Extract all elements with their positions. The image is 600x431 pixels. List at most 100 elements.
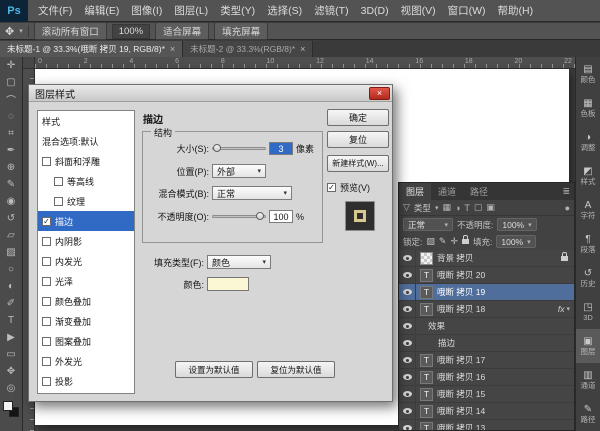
eraser-tool[interactable]: ▱ <box>0 227 23 244</box>
filter-adjustment-icon[interactable]: ◑ <box>455 203 460 213</box>
bevel-emboss-item[interactable]: 斜面和浮雕 <box>38 151 134 171</box>
text-layer-thumbnail[interactable]: T <box>420 405 433 418</box>
close-icon[interactable]: × <box>369 87 390 100</box>
document-tab-2[interactable]: 未标题-2 @ 33.3%(RGB/8)* × <box>183 41 313 57</box>
tab-paths[interactable]: 路径 <box>463 183 495 200</box>
text-layer-thumbnail[interactable]: T <box>420 303 433 316</box>
lock-transparency-icon[interactable]: ▨ <box>426 236 435 247</box>
checkbox[interactable] <box>42 377 51 386</box>
gradient-tool[interactable]: ▨ <box>0 244 23 261</box>
fit-screen-button[interactable]: 适合屏幕 <box>155 22 209 40</box>
filter-type-icon[interactable]: T <box>464 203 470 213</box>
menu-filter[interactable]: 滤镜(T) <box>308 0 354 22</box>
visibility-toggle[interactable] <box>399 250 416 266</box>
checkbox[interactable] <box>42 157 51 166</box>
reset-default-button[interactable]: 复位为默认值 <box>257 361 335 378</box>
layer-row-copy-13[interactable]: T 哦断 拷贝 13 <box>399 420 574 431</box>
blend-mode-select[interactable]: 正常 ▾ <box>403 218 453 231</box>
text-layer-thumbnail[interactable]: T <box>420 286 433 299</box>
tab-layers[interactable]: 图层 <box>399 183 431 200</box>
size-value-input[interactable]: 3 <box>269 142 293 155</box>
menu-layer[interactable]: 图层(L) <box>168 0 214 22</box>
dock-panel-channels[interactable]: ▥ 通道 <box>576 363 600 397</box>
checkbox-checked[interactable]: ✓ <box>327 183 336 192</box>
dock-panel-colors[interactable]: ▤ 颜色 <box>576 57 600 91</box>
visibility-toggle[interactable] <box>399 420 416 431</box>
slider-thumb[interactable] <box>213 144 221 152</box>
menu-select[interactable]: 选择(S) <box>261 0 308 22</box>
effects-header-row[interactable]: 效果 <box>399 318 574 335</box>
layer-row-copy-19-selected[interactable]: T 哦断 拷贝 19 <box>399 284 574 301</box>
text-layer-thumbnail[interactable]: T <box>420 354 433 367</box>
visibility-toggle[interactable] <box>399 318 416 334</box>
outer-glow-item[interactable]: 外发光 <box>38 351 134 371</box>
clone-stamp-tool[interactable]: ◉ <box>0 193 23 210</box>
visibility-toggle[interactable] <box>399 267 416 283</box>
visibility-toggle[interactable] <box>399 301 416 317</box>
fill-screen-button[interactable]: 填充屏幕 <box>214 22 268 40</box>
foreground-background-colors[interactable] <box>3 401 19 417</box>
inner-glow-item[interactable]: 内发光 <box>38 251 134 271</box>
checkbox[interactable] <box>42 277 51 286</box>
text-layer-thumbnail[interactable]: T <box>420 371 433 384</box>
visibility-toggle[interactable] <box>399 386 416 402</box>
text-layer-thumbnail[interactable]: T <box>420 422 433 431</box>
dock-panel-styles[interactable]: ◩ 样式 <box>576 159 600 193</box>
checkbox[interactable] <box>42 237 51 246</box>
position-dropdown[interactable]: 外部 ▾ <box>212 164 266 178</box>
set-default-button[interactable]: 设置为默认值 <box>175 361 253 378</box>
drop-shadow-item[interactable]: 投影 <box>38 371 134 391</box>
dock-panel-paths[interactable]: ✎ 路径 <box>576 397 600 431</box>
quick-selection-tool[interactable]: ◌ <box>0 108 23 125</box>
zoom-tool[interactable]: ◎ <box>0 380 23 397</box>
menu-view[interactable]: 视图(V) <box>395 0 442 22</box>
document-tab-1[interactable]: 未标题-1 @ 33.3%(哦断 拷贝 19, RGB/8)* × <box>0 41 183 57</box>
pen-tool[interactable]: ✐ <box>0 295 23 312</box>
dock-panel-adjustments[interactable]: ◑ 调整 <box>576 125 600 159</box>
zoom-level-input[interactable]: 100% <box>112 24 150 39</box>
visibility-toggle[interactable] <box>399 352 416 368</box>
path-selection-tool[interactable]: ▶ <box>0 329 23 346</box>
layer-row-copy-20[interactable]: T 哦断 拷贝 20 <box>399 267 574 284</box>
menu-edit[interactable]: 编辑(E) <box>78 0 125 22</box>
dock-panel-layers[interactable]: ▣ 图层 <box>576 329 600 363</box>
close-icon[interactable]: × <box>300 44 305 54</box>
menu-window[interactable]: 窗口(W) <box>442 0 492 22</box>
color-overlay-item[interactable]: 颜色叠加 <box>38 291 134 311</box>
chevron-down-icon[interactable]: ▾ <box>435 204 439 212</box>
checkbox[interactable] <box>54 197 63 206</box>
lock-position-icon[interactable]: ✛ <box>450 236 458 247</box>
visibility-toggle[interactable] <box>399 335 416 351</box>
layer-row-background-copy[interactable]: 背景 拷贝 <box>399 250 574 267</box>
pattern-overlay-item[interactable]: 图案叠加 <box>38 331 134 351</box>
tool-preset-caret-icon[interactable]: ▾ <box>19 27 23 35</box>
lock-pixels-icon[interactable]: ✎ <box>439 236 447 247</box>
healing-brush-tool[interactable]: ⊕ <box>0 159 23 176</box>
layer-thumbnail[interactable] <box>420 252 433 265</box>
foreground-color-chip[interactable] <box>3 401 13 411</box>
history-brush-tool[interactable]: ↺ <box>0 210 23 227</box>
layer-row-copy-14[interactable]: T 哦断 拷贝 14 <box>399 403 574 420</box>
crop-tool[interactable]: ⌗ <box>0 125 23 142</box>
visibility-toggle[interactable] <box>399 369 416 385</box>
checkbox[interactable] <box>42 357 51 366</box>
slider-thumb[interactable] <box>256 212 264 220</box>
texture-item[interactable]: 纹理 <box>38 191 134 211</box>
panel-menu-icon[interactable]: ≣ <box>558 183 574 200</box>
layer-row-copy-16[interactable]: T 哦断 拷贝 16 <box>399 369 574 386</box>
dock-panel-3d[interactable]: ◳ 3D <box>576 295 600 329</box>
filter-pixel-icon[interactable]: ▦ <box>442 202 451 213</box>
layer-row-copy-17[interactable]: T 哦断 拷贝 17 <box>399 352 574 369</box>
text-layer-thumbnail[interactable]: T <box>420 388 433 401</box>
hand-tool[interactable]: ✥ <box>0 363 23 380</box>
layer-row-copy-18[interactable]: T 哦断 拷贝 18 fx ▾ <box>399 301 574 318</box>
eyedropper-tool[interactable]: ✒ <box>0 142 23 159</box>
dock-panel-history[interactable]: ↺ 历史 <box>576 261 600 295</box>
checkbox[interactable] <box>42 337 51 346</box>
new-style-button[interactable]: 新建样式(W)... <box>327 155 389 172</box>
filter-shape-icon[interactable]: ▢ <box>474 202 483 213</box>
size-slider[interactable] <box>212 143 266 154</box>
close-icon[interactable]: × <box>170 44 175 54</box>
marquee-tool[interactable]: ▢ <box>0 74 23 91</box>
hand-tool-icon[interactable]: ✥ <box>5 25 14 38</box>
